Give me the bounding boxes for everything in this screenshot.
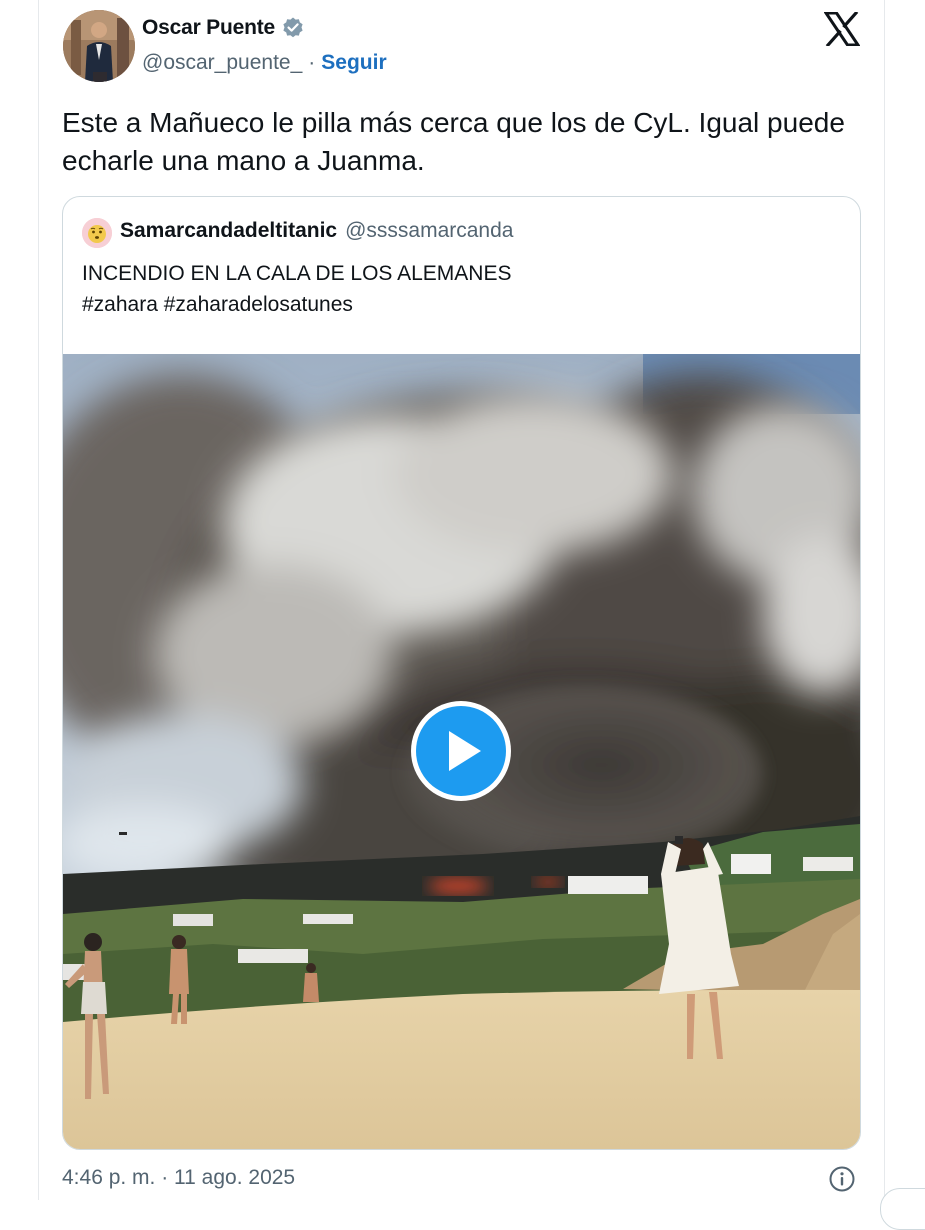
follow-button[interactable]: Seguir xyxy=(321,51,386,75)
author-handle[interactable]: @oscar_puente_ xyxy=(142,51,302,75)
author-avatar[interactable] xyxy=(63,10,135,82)
author-name[interactable]: Oscar Puente xyxy=(142,16,275,40)
separator: · xyxy=(308,51,316,74)
play-icon xyxy=(411,701,511,801)
quoted-tweet-text: INCENDIO EN LA CALA DE LOS ALEMANES #zah… xyxy=(82,258,822,320)
card-border-right xyxy=(884,0,885,1200)
quoted-author-name[interactable]: Samarcandadeltitanic xyxy=(120,219,337,243)
video-thumbnail[interactable] xyxy=(63,354,860,1149)
quoted-author-handle[interactable]: @ssssamarcanda xyxy=(345,219,513,243)
x-logo-icon[interactable] xyxy=(823,10,861,48)
corner-bubble xyxy=(880,1188,925,1230)
tweet-text: Este a Mañueco le pilla más cerca que lo… xyxy=(62,107,845,176)
author-handle-row: @oscar_puente_ · Seguir xyxy=(142,51,387,75)
tweet-timestamp[interactable]: 4:46 p. m. · 11 ago. 2025 xyxy=(62,1166,295,1190)
author-name-row: Oscar Puente xyxy=(142,16,305,40)
play-button[interactable] xyxy=(409,699,513,803)
tweet-embed: Oscar Puente @oscar_puente_ · Seguir Est… xyxy=(0,0,925,1230)
quoted-header: Samarcandadeltitanic @ssssamarcanda xyxy=(120,219,513,243)
info-icon[interactable] xyxy=(828,1165,856,1193)
verified-badge-icon xyxy=(281,16,305,40)
quoted-text-hashtags[interactable]: #zahara #zaharadelosatunes xyxy=(82,289,822,320)
quoted-text-line1: INCENDIO EN LA CALA DE LOS ALEMANES xyxy=(82,262,512,285)
quoted-author-avatar[interactable] xyxy=(82,218,112,248)
card-border-left xyxy=(38,0,39,1200)
quoted-tweet-card[interactable]: Samarcandadeltitanic @ssssamarcanda INCE… xyxy=(62,196,861,1150)
